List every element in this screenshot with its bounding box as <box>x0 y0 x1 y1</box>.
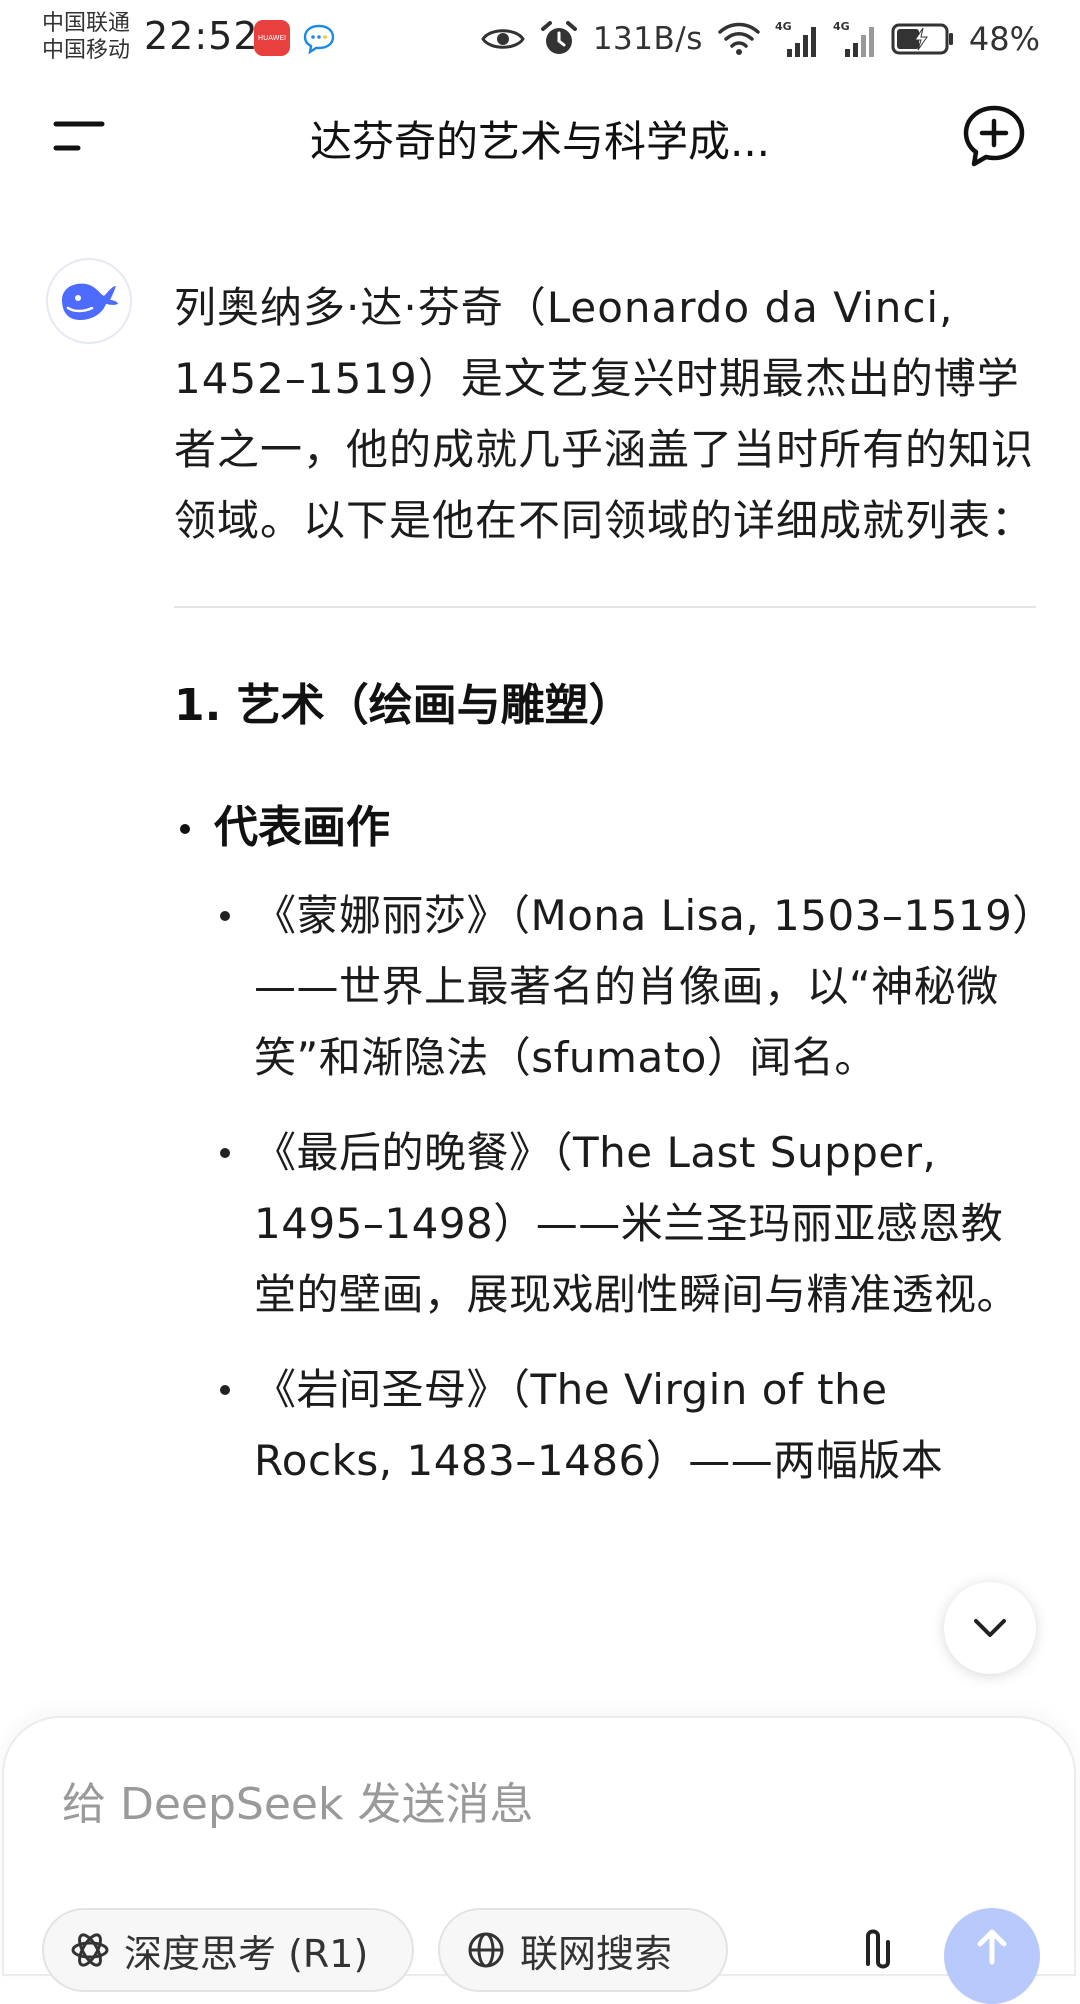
status-bar: 中国联通 中国移动 22:52 HUAWEI 131B/s 4G 4G 48% <box>0 0 1080 80</box>
globe-icon <box>468 1932 504 1968</box>
huawei-app-icon: HUAWEI <box>254 20 290 56</box>
subsection-heading: 代表画作 <box>174 800 1040 856</box>
network-type-1: 4G <box>775 20 792 33</box>
battery-icon <box>891 23 953 55</box>
assistant-message: 列奥纳多·达·芬奇（Leonardo da Vinci, 1452–1519）是… <box>174 272 1040 1520</box>
new-chat-icon[interactable] <box>960 102 1028 170</box>
chevron-down-icon <box>974 1619 1006 1637</box>
message-input[interactable] <box>60 1778 964 1831</box>
message-notification-icon <box>303 24 335 55</box>
chat-header: 达芬奇的艺术与科学成... <box>0 96 1080 176</box>
status-time: 22:52 <box>144 14 259 58</box>
scroll-down-button[interactable] <box>944 1582 1036 1674</box>
web-search-label: 联网搜索 <box>520 1931 673 1976</box>
wifi-icon <box>718 22 760 55</box>
carrier-info: 中国联通 中国移动 <box>42 10 130 64</box>
deepseek-whale-icon <box>62 283 118 320</box>
message-composer: 深度思考 (R1) 联网搜索 <box>2 1716 1076 2004</box>
carrier-1: 中国联通 <box>42 11 131 36</box>
list-item: 《蒙娜丽莎》（Mona Lisa, 1503–1519）——世界上最著名的肖像画… <box>174 880 1040 1093</box>
section-heading: 1. 艺术（绘画与雕塑） <box>174 680 633 731</box>
works-list: 《蒙娜丽莎》（Mona Lisa, 1503–1519）——世界上最著名的肖像画… <box>174 880 1040 1496</box>
web-search-button[interactable]: 联网搜索 <box>438 1908 728 1992</box>
atom-icon <box>71 1933 109 1967</box>
section-divider <box>174 606 1036 608</box>
assistant-avatar <box>46 258 132 344</box>
carrier-2: 中国移动 <box>42 38 131 63</box>
eye-icon <box>481 29 525 49</box>
network-speed: 131B/s <box>592 21 703 57</box>
send-button[interactable] <box>944 1908 1040 2004</box>
list-item: 《岩间圣母》（The Virgin of the Rocks, 1483–148… <box>174 1354 1040 1496</box>
paperclip-icon[interactable] <box>852 1924 902 1974</box>
signal-4g-icon-2: 4G <box>833 20 874 57</box>
chat-title: 达芬奇的艺术与科学成... <box>309 117 771 166</box>
arrow-up-icon <box>977 1929 1007 1965</box>
battery-percent: 48% <box>968 20 1040 58</box>
list-item: 《最后的晚餐》（The Last Supper, 1495–1498）——米兰圣… <box>174 1117 1040 1330</box>
deep-think-button[interactable]: 深度思考 (R1) <box>42 1908 414 1992</box>
message-intro: 列奥纳多·达·芬奇（Leonardo da Vinci, 1452–1519）是… <box>174 283 1035 545</box>
menu-icon[interactable] <box>44 112 108 160</box>
alarm-icon <box>540 21 577 54</box>
signal-4g-icon: 4G <box>775 20 816 57</box>
status-icons: 131B/s 4G 4G 48% <box>481 14 1040 64</box>
deep-think-label: 深度思考 (R1) <box>124 1931 369 1976</box>
network-type-2: 4G <box>833 20 850 33</box>
